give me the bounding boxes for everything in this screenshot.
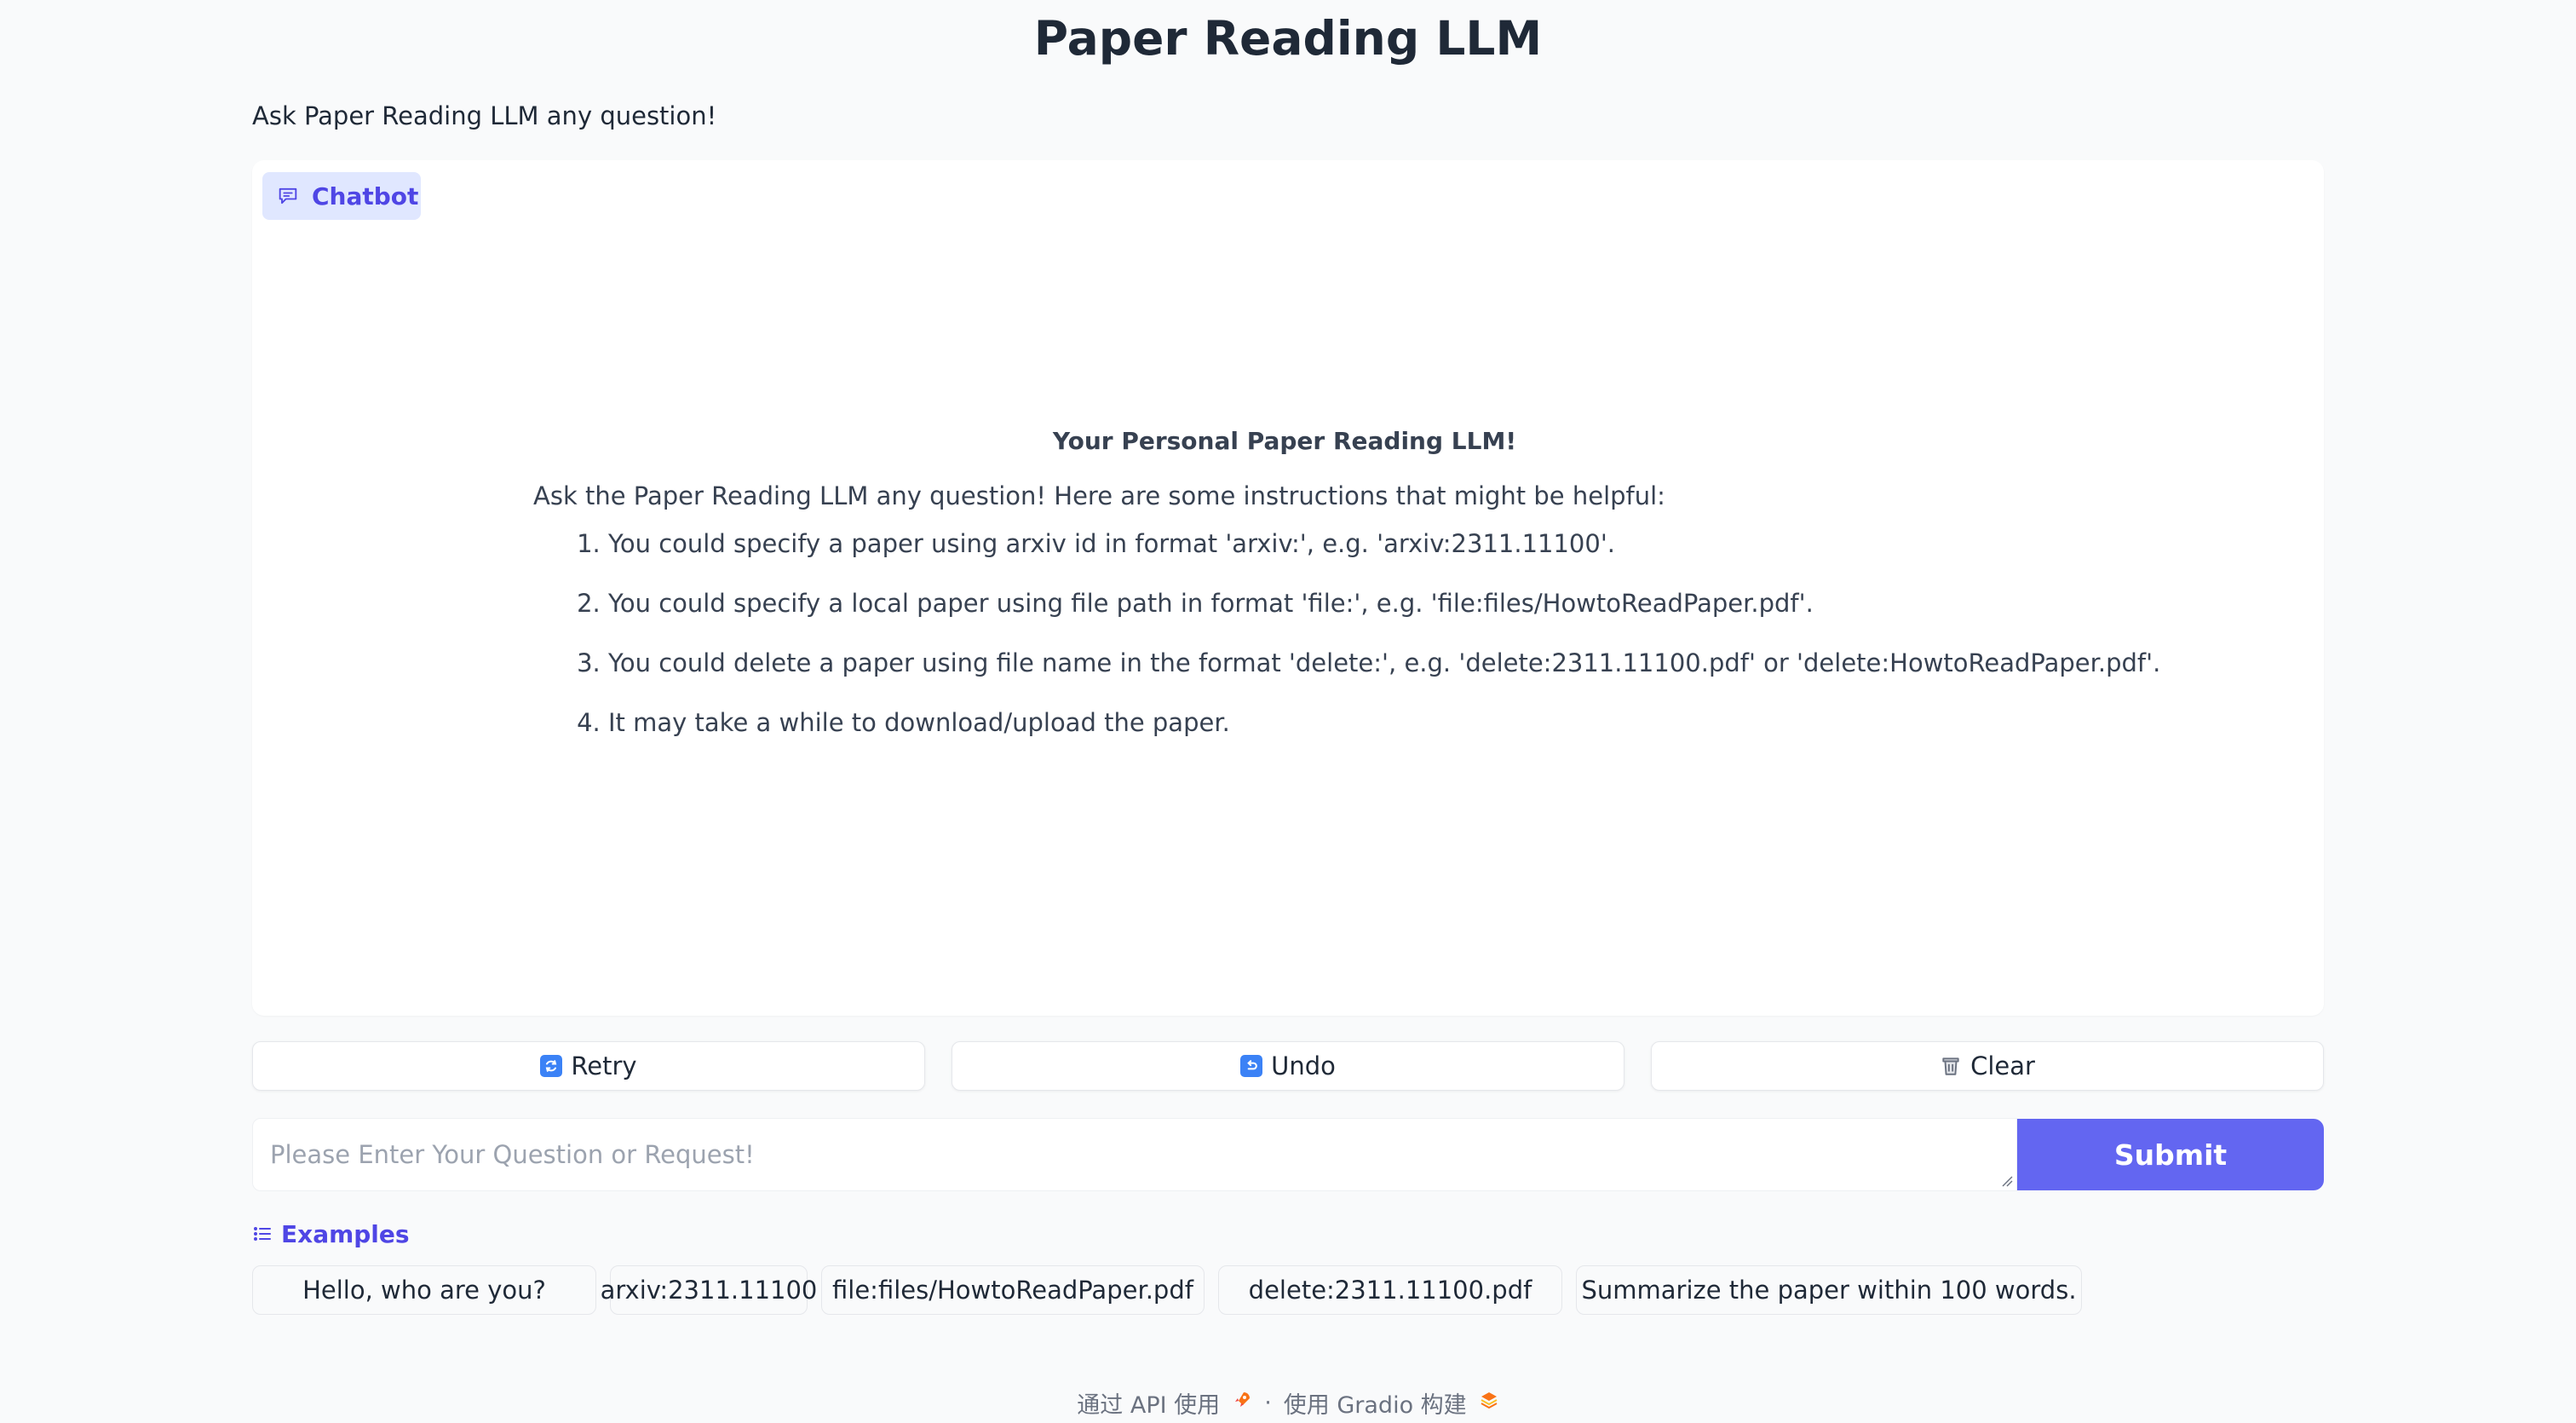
list-icon (254, 1227, 271, 1241)
example-chip[interactable]: Summarize the paper within 100 words. (1576, 1265, 2082, 1315)
retry-label: Retry (571, 1051, 637, 1080)
use-via-api-link[interactable]: 通过 API 使用 (1077, 1386, 1220, 1420)
example-chip[interactable]: file:files/HowtoReadPaper.pdf (821, 1265, 1205, 1315)
chat-bubble-icon (279, 187, 297, 205)
example-chip[interactable]: arxiv:2311.11100 (601, 1265, 817, 1315)
undo-button[interactable]: Undo (952, 1041, 1624, 1091)
retry-button[interactable]: Retry (252, 1041, 925, 1091)
footer: 通过 API 使用 · 使用 Gradio 构建 (0, 1386, 2576, 1420)
clear-label: Clear (1970, 1051, 2035, 1080)
examples-label-text: Examples (281, 1219, 410, 1248)
undo-label: Undo (1271, 1051, 1336, 1080)
chat-controls: Retry Undo Clear (252, 1041, 2324, 1091)
question-input-container (252, 1118, 2017, 1191)
welcome-intro: Ask the Paper Reading LLM any question! … (533, 481, 1665, 510)
submit-button[interactable]: Submit (2017, 1119, 2324, 1190)
retry-icon (540, 1055, 563, 1077)
page-title: Paper Reading LLM (1033, 11, 1543, 66)
instruction-list: You could specify a paper using arxiv id… (533, 527, 2160, 740)
chatbot-label-text: Chatbot (312, 181, 419, 210)
example-chip[interactable]: delete:2311.11100.pdf (1218, 1265, 1562, 1315)
gradio-logo-icon (1479, 1390, 1499, 1415)
built-with-gradio-link[interactable]: 使用 Gradio 构建 (1284, 1386, 1467, 1420)
resize-handle-icon[interactable] (2001, 1175, 2013, 1187)
welcome-title: Your Personal Paper Reading LLM! (1052, 427, 1517, 455)
clear-button[interactable]: Clear (1651, 1041, 2324, 1091)
wastebasket-icon (1940, 1055, 1962, 1077)
examples-label: Examples (252, 1217, 410, 1251)
rocket-icon (1232, 1390, 1252, 1415)
instruction-item: You could specify a paper using arxiv id… (608, 527, 2067, 561)
chatbot-label: Chatbot (262, 172, 421, 220)
chatbot-panel: Chatbot Your Personal Paper Reading LLM!… (252, 160, 2324, 1016)
footer-separator: · (1264, 1389, 1272, 1416)
instruction-item: You could delete a paper using file name… (608, 646, 2160, 680)
welcome-message: Your Personal Paper Reading LLM! Ask the… (533, 424, 2160, 765)
instruction-item: It may take a while to download/upload t… (608, 706, 2067, 740)
page-description: Ask Paper Reading LLM any question! (252, 101, 717, 130)
example-chip[interactable]: Hello, who are you? (252, 1265, 596, 1315)
undo-icon (1240, 1055, 1263, 1077)
question-input[interactable] (253, 1119, 2016, 1190)
instruction-item: You could specify a local paper using fi… (608, 586, 2067, 620)
